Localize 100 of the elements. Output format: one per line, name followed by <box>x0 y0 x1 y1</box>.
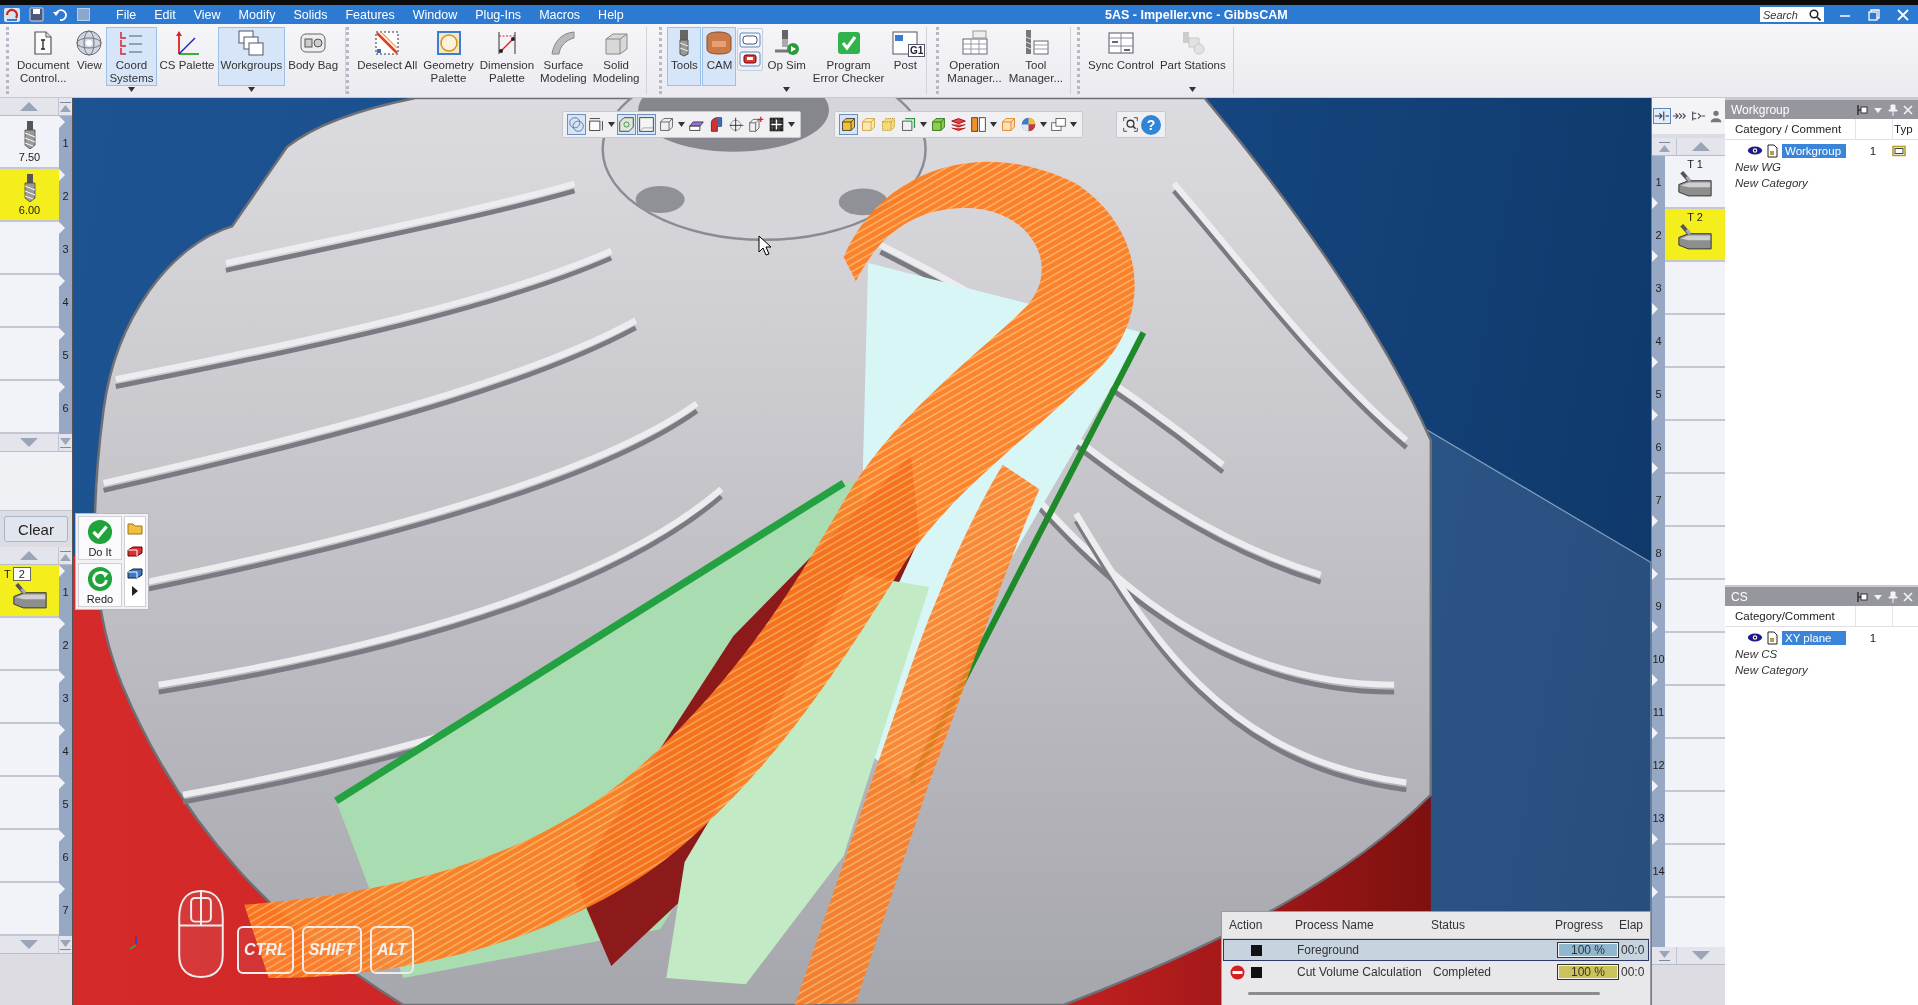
shaded-view-button[interactable] <box>637 114 656 135</box>
dropdown-caret-icon[interactable] <box>920 122 927 127</box>
slot-number-tab[interactable]: 5 <box>1652 368 1665 421</box>
help-button[interactable]: ? <box>1141 114 1161 135</box>
dropdown-caret-icon[interactable] <box>788 122 795 127</box>
slot-number-tab[interactable]: 2 <box>59 169 72 222</box>
cube-marker-button[interactable] <box>747 114 766 135</box>
undo-icon[interactable] <box>52 7 68 22</box>
dropdown-caret-icon[interactable] <box>1189 86 1197 92</box>
folder-icon[interactable] <box>127 520 143 536</box>
new-item-link[interactable]: New CS <box>1725 646 1918 662</box>
square-icon[interactable] <box>76 7 91 22</box>
body-bag-button[interactable]: Body Bag <box>285 27 342 86</box>
slot-number-tab[interactable]: 4 <box>59 275 72 328</box>
shaded-cube-button[interactable] <box>839 114 858 135</box>
close-icon[interactable] <box>1902 589 1914 604</box>
scroll-to-top-icon[interactable] <box>60 550 71 561</box>
eye-icon[interactable] <box>1747 632 1763 643</box>
dropdown-caret-icon[interactable] <box>990 122 997 127</box>
expand-arrow-icon[interactable] <box>131 586 139 596</box>
slot-number-tab[interactable]: 11 <box>1652 686 1665 739</box>
top-view-button[interactable] <box>617 114 636 135</box>
menu-item[interactable]: Modify <box>229 7 285 22</box>
eye-icon[interactable] <box>1747 145 1763 156</box>
dock-icon[interactable] <box>1855 102 1869 117</box>
slot-number-tab[interactable]: 5 <box>59 328 72 381</box>
view-button[interactable]: View <box>72 27 107 86</box>
redo-button[interactable]: Redo <box>78 563 122 607</box>
tools-button[interactable]: Tools <box>667 27 702 86</box>
menu-item[interactable]: Help <box>589 7 633 22</box>
dimension-palette-button[interactable]: Dimension Palette <box>476 27 538 86</box>
slot-number-tab[interactable]: 9 <box>1652 580 1665 633</box>
dropdown-caret-icon[interactable] <box>1040 122 1047 127</box>
deselect-all-button[interactable]: Deselect All <box>354 27 421 86</box>
scroll-to-bottom-icon[interactable] <box>60 437 71 448</box>
slot-number-tab[interactable]: 3 <box>59 222 72 275</box>
slot-number-tab[interactable]: 8 <box>1652 527 1665 580</box>
columns-button[interactable] <box>969 114 988 135</box>
process-row[interactable]: Foreground 100 % 00:0 <box>1223 939 1649 961</box>
scroll-down-icon[interactable] <box>1692 951 1710 960</box>
dropdown-caret-icon[interactable] <box>608 122 615 127</box>
tool-slot[interactable]: 6.00 <box>0 169 59 222</box>
dropdown-caret-icon[interactable] <box>1070 122 1077 127</box>
menu-item[interactable]: Solids <box>284 7 337 22</box>
pin-icon[interactable] <box>1887 589 1899 604</box>
scroll-down-icon[interactable] <box>20 438 38 447</box>
program-error-checker-button[interactable]: Program Error Checker <box>809 27 888 86</box>
rounded-window-icon[interactable] <box>739 32 762 48</box>
slot-number-tab[interactable]: 2 <box>59 618 72 671</box>
solid-modeling-button[interactable]: Solid Modeling <box>589 27 643 86</box>
scroll-to-bottom-icon[interactable] <box>1658 950 1670 961</box>
slot-number-tab[interactable]: 4 <box>59 724 72 777</box>
save-icon[interactable] <box>29 7 44 22</box>
scroll-up-icon[interactable] <box>20 102 38 111</box>
menu-item[interactable]: View <box>184 7 230 22</box>
tool-manager-button[interactable]: Tool Manager... <box>1005 27 1067 86</box>
stop-icon[interactable] <box>1230 964 1245 980</box>
new-item-link[interactable]: New Category <box>1725 662 1918 678</box>
part-stations-button[interactable]: Part Stations <box>1156 27 1229 86</box>
close-icon[interactable] <box>1902 102 1914 117</box>
horizontal-scrollbar[interactable] <box>1248 992 1600 995</box>
clear-button[interactable]: Clear <box>4 516 68 542</box>
menu-item[interactable]: Macros <box>530 7 590 22</box>
do-it-button[interactable]: Do It <box>78 516 122 560</box>
tool-slot[interactable]: T 2 <box>1665 209 1725 262</box>
slot-number-tab[interactable]: 1 <box>59 116 72 169</box>
cam-button[interactable]: CAM <box>702 27 737 86</box>
slot-number-tab[interactable]: 12 <box>1652 739 1665 792</box>
menu-item[interactable]: Features <box>336 7 404 22</box>
scroll-down-icon[interactable] <box>20 940 38 949</box>
slot-number-tab[interactable]: 13 <box>1652 792 1665 845</box>
restore-icon[interactable] <box>1867 7 1881 22</box>
sync-control-button[interactable]: Sync Control <box>1085 27 1157 86</box>
search-icon[interactable] <box>1809 8 1821 21</box>
list-item[interactable]: Workgroup <box>1782 143 1846 158</box>
pin-icon[interactable] <box>1887 102 1899 117</box>
scroll-up-icon[interactable] <box>1692 142 1710 151</box>
scroll-to-bottom-icon[interactable] <box>60 939 71 950</box>
scroll-to-top-icon[interactable] <box>60 101 71 112</box>
slot-number-tab[interactable]: 6 <box>59 830 72 883</box>
new-item-link[interactable]: New Category <box>1725 175 1918 191</box>
slot-number-tab[interactable]: 7 <box>1652 474 1665 527</box>
menu-item[interactable]: Plug-Ins <box>466 7 531 22</box>
workgroups-button[interactable]: Workgroups <box>217 27 286 86</box>
dropdown-caret-icon[interactable] <box>678 122 685 127</box>
slot-number-tab[interactable]: 7 <box>59 883 72 936</box>
geometry-palette-button[interactable]: Geometry Palette <box>420 27 477 86</box>
tool-slot[interactable]: 7.50 <box>0 116 59 169</box>
slot-number-tab[interactable]: 5 <box>59 777 72 830</box>
list-item[interactable]: XY plane <box>1782 630 1846 645</box>
coord-systems-button[interactable]: Coord Systems <box>106 27 157 86</box>
slot-number-tab[interactable]: 14 <box>1652 845 1665 898</box>
op-sim-button[interactable]: Op Sim <box>764 27 809 86</box>
slot-number-tab[interactable]: 3 <box>1652 262 1665 315</box>
operation-slot[interactable]: T 2 <box>0 565 59 618</box>
menu-item[interactable]: Edit <box>145 7 185 22</box>
post-button[interactable]: G1 Post <box>888 27 923 86</box>
process-row[interactable]: Cut Volume Calculation Completed 100 % 00:0 <box>1223 961 1649 983</box>
slot-number-tab[interactable]: 3 <box>59 671 72 724</box>
zoom-button[interactable] <box>1121 114 1140 135</box>
